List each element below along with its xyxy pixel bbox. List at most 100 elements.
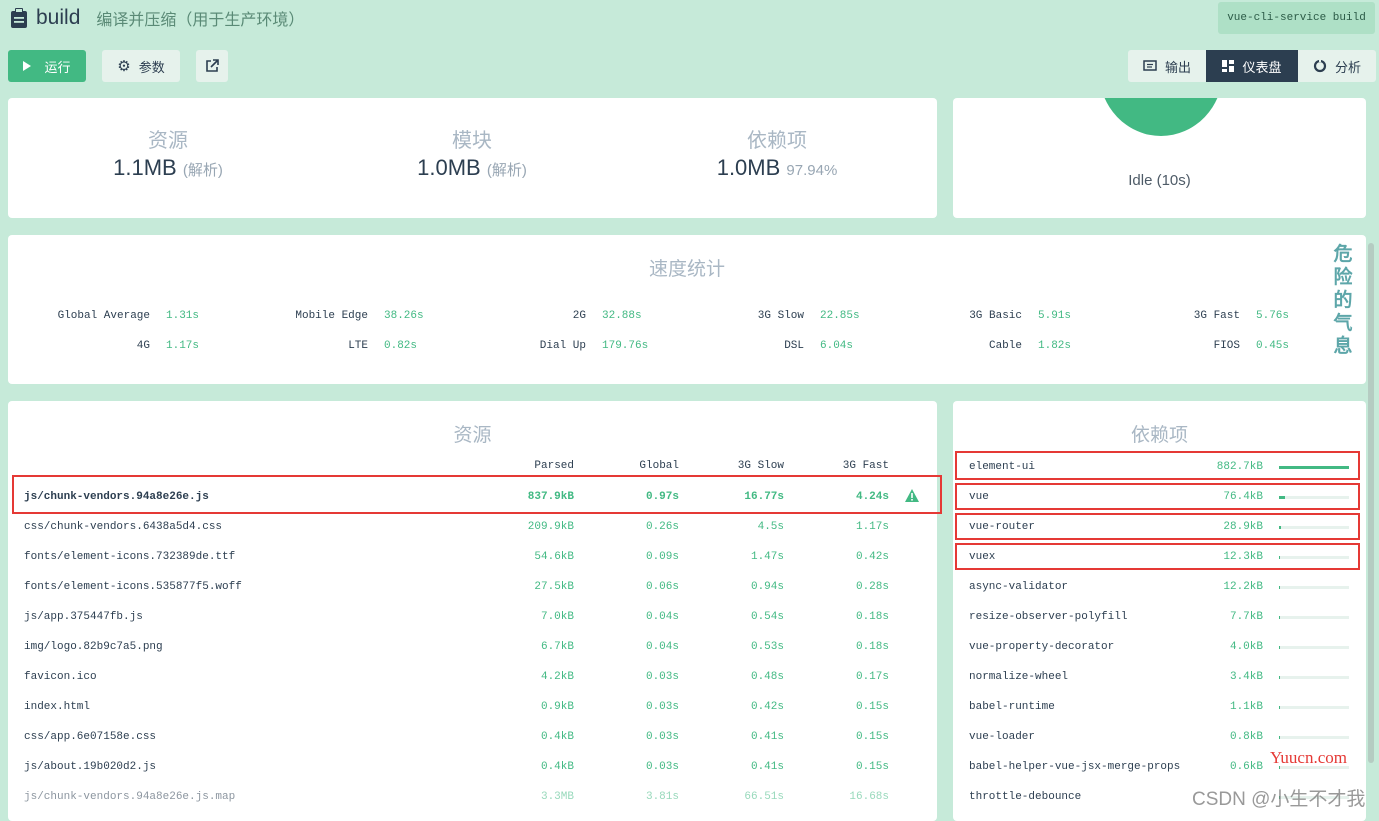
dependency-size: 1.1kB bbox=[1229, 701, 1263, 713]
speed-stat: 3G Slow 22.85s bbox=[684, 310, 860, 322]
stat-value: 1.1MB (解析) bbox=[113, 155, 223, 180]
dependency-bar bbox=[1279, 646, 1349, 649]
dependency-size: 3.4kB bbox=[1229, 671, 1263, 683]
site-watermark: Yuucn.com bbox=[1270, 748, 1347, 767]
speed-stat: Mobile Edge 38.26s bbox=[248, 310, 423, 322]
run-label: 运行 bbox=[44, 59, 71, 75]
speed-stat: LTE 0.82s bbox=[248, 340, 417, 352]
build-stats-card: 资源 1.1MB (解析) 模块 1.0MB (解析) 依赖项 1.0MB 97… bbox=[8, 98, 937, 218]
stat-value: 1.0MB 97.94% bbox=[716, 155, 838, 180]
asset-slow: 0.41s bbox=[750, 761, 784, 773]
scrollbar[interactable] bbox=[1368, 243, 1374, 763]
highlight-box bbox=[955, 513, 1360, 540]
run-button[interactable]: 运行 bbox=[8, 50, 86, 82]
asset-global: 0.04s bbox=[645, 611, 679, 623]
asset-name: css/app.6e07158e.css bbox=[24, 731, 157, 743]
tab-dashboard[interactable]: 仪表盘 bbox=[1206, 50, 1298, 82]
gear-icon: ⚙ bbox=[117, 58, 131, 75]
command-badge[interactable]: vue-cli-service build bbox=[1218, 2, 1375, 34]
dependency-size: 0.8kB bbox=[1229, 731, 1263, 743]
asset-name: js/about.19b020d2.js bbox=[24, 761, 157, 773]
stat-label: 资源 bbox=[148, 130, 188, 152]
asset-row[interactable]: img/logo.82b9c7a5.png 6.7kB 0.04s 0.53s 0.18… bbox=[8, 632, 937, 662]
stat-label: 模块 bbox=[452, 130, 492, 152]
dependency-row[interactable]: async-validator 12.2kB bbox=[953, 572, 1366, 602]
asset-fast: 0.18s bbox=[855, 641, 889, 653]
speed-stat: 4G 1.17s bbox=[30, 340, 199, 352]
asset-row[interactable]: index.html 0.9kB 0.03s 0.42s 0.15s bbox=[8, 692, 937, 722]
speed-value: 179.76s bbox=[602, 340, 649, 352]
speed-label: 3G Slow bbox=[757, 310, 804, 322]
asset-global: 0.03s bbox=[645, 701, 679, 713]
dependency-row[interactable]: normalize-wheel 3.4kB bbox=[953, 662, 1366, 692]
speed-label: Mobile Edge bbox=[295, 310, 368, 322]
dependency-name: vue-loader bbox=[969, 731, 1036, 743]
tab-analyze[interactable]: 分析 bbox=[1298, 50, 1376, 82]
speed-stat: 2G 32.88s bbox=[466, 310, 642, 322]
asset-row[interactable]: fonts/element-icons.535877f5.woff 27.5kB 0… bbox=[8, 572, 937, 602]
dependency-name: async-validator bbox=[969, 581, 1069, 593]
asset-row[interactable]: js/about.19b020d2.js 0.4kB 0.03s 0.41s 0.15s bbox=[8, 752, 937, 782]
speed-label: 4G bbox=[136, 340, 150, 352]
dependency-bar bbox=[1279, 616, 1349, 619]
stat-value: 1.0MB (解析) bbox=[417, 155, 527, 180]
stat-dependencies: 依赖项 1.0MB 97.94% bbox=[627, 124, 927, 181]
col-global: Global bbox=[639, 460, 679, 472]
asset-global: 0.03s bbox=[645, 761, 679, 773]
col-3g-slow: 3G Slow bbox=[737, 460, 784, 472]
open-external-button[interactable] bbox=[196, 50, 228, 82]
dependency-row[interactable]: vue-property-decorator 4.0kB bbox=[953, 632, 1366, 662]
asset-row[interactable]: css/app.6e07158e.css 0.4kB 0.03s 0.41s 0.15s bbox=[8, 722, 937, 752]
dependency-name: resize-observer-polyfill bbox=[969, 611, 1128, 623]
status-donut bbox=[1099, 98, 1223, 136]
asset-slow: 0.54s bbox=[750, 611, 784, 623]
speed-title: 速度统计 bbox=[648, 259, 725, 280]
asset-global: 0.06s bbox=[645, 581, 679, 593]
speed-value: 1.17s bbox=[166, 340, 200, 352]
clipboard-icon bbox=[11, 8, 27, 28]
asset-global: 0.03s bbox=[645, 671, 679, 683]
asset-name: favicon.ico bbox=[24, 671, 97, 683]
dependency-row[interactable]: babel-runtime 1.1kB bbox=[953, 692, 1366, 722]
dependency-bar-fill bbox=[1279, 586, 1280, 589]
dependency-bar bbox=[1279, 586, 1349, 589]
view-switcher: 输出 仪表盘 分析 bbox=[1128, 50, 1376, 82]
task-description: 编译并压缩（用于生产环境） bbox=[96, 12, 305, 29]
asset-slow: 0.48s bbox=[750, 671, 784, 683]
speed-value: 6.04s bbox=[820, 340, 854, 352]
speed-label: 3G Fast bbox=[1193, 310, 1240, 322]
params-button[interactable]: ⚙ 参数 bbox=[102, 50, 180, 82]
highlight-box bbox=[12, 475, 942, 514]
dependency-row[interactable]: resize-observer-polyfill 7.7kB bbox=[953, 602, 1366, 632]
tab-output[interactable]: 输出 bbox=[1128, 50, 1206, 82]
asset-parsed: 4.2kB bbox=[540, 671, 574, 683]
asset-name: js/chunk-vendors.94a8e26e.js.map bbox=[24, 791, 236, 803]
asset-row[interactable]: favicon.ico 4.2kB 0.03s 0.48s 0.17s bbox=[8, 662, 937, 692]
speed-label: LTE bbox=[348, 340, 368, 352]
dependency-bar bbox=[1279, 676, 1349, 679]
dependency-name: vue-property-decorator bbox=[969, 641, 1115, 653]
dependency-size: 0.6kB bbox=[1229, 761, 1263, 773]
asset-row[interactable]: css/chunk-vendors.6438a5d4.css 209.9kB 0.2… bbox=[8, 512, 937, 542]
task-header: build 编译并压缩（用于生产环境） vue-cli-service buil… bbox=[0, 0, 1379, 98]
asset-row[interactable]: js/app.375447fb.js 7.0kB 0.04s 0.54s 0.18s bbox=[8, 602, 937, 632]
donut-chart-icon bbox=[1313, 59, 1327, 73]
speed-value: 22.85s bbox=[820, 310, 860, 322]
asset-parsed: 6.7kB bbox=[540, 641, 574, 653]
asset-slow: 0.94s bbox=[750, 581, 784, 593]
asset-global: 0.26s bbox=[645, 521, 679, 533]
build-status-card: Idle (10s) bbox=[953, 98, 1366, 218]
params-label: 参数 bbox=[138, 59, 165, 75]
asset-row[interactable]: js/chunk-vendors.94a8e26e.js.map 3.3MB 3.8… bbox=[8, 782, 937, 812]
asset-fast: 1.17s bbox=[855, 521, 889, 533]
stat-assets: 资源 1.1MB (解析) bbox=[18, 124, 318, 181]
speed-label: Dial Up bbox=[539, 340, 586, 352]
asset-row[interactable]: fonts/element-icons.732389de.ttf 54.6kB 0.… bbox=[8, 542, 937, 572]
asset-parsed: 0.4kB bbox=[540, 731, 574, 743]
dependency-bar bbox=[1279, 706, 1349, 709]
dashboard-icon bbox=[1222, 60, 1235, 72]
asset-slow: 1.47s bbox=[750, 551, 784, 563]
task-title-bar: build 编译并压缩（用于生产环境） bbox=[10, 6, 304, 30]
asset-fast: 0.28s bbox=[855, 581, 889, 593]
asset-global: 0.03s bbox=[645, 731, 679, 743]
